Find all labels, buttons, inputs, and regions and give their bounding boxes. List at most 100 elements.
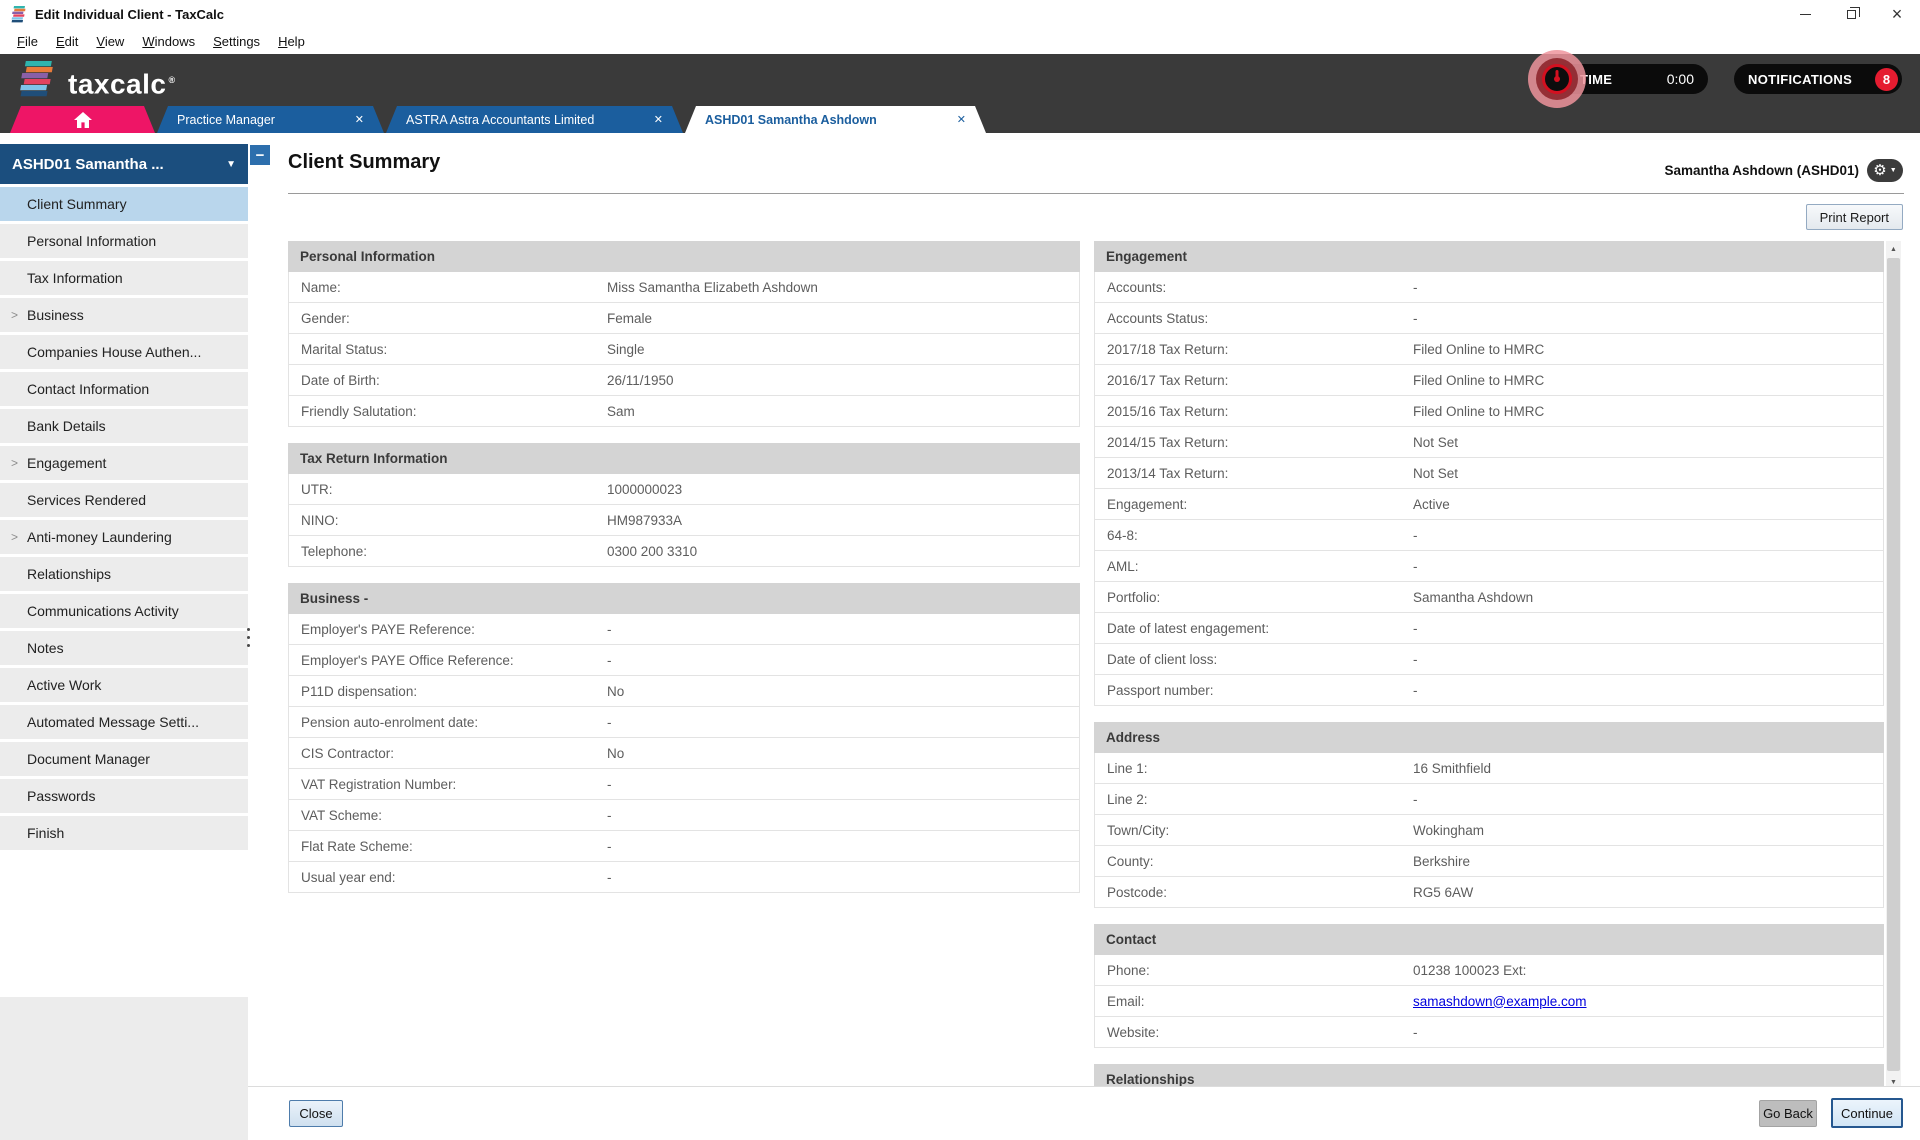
tab-close-icon[interactable]: ✕ bbox=[654, 113, 663, 126]
menu-settings[interactable]: Settings bbox=[204, 31, 269, 52]
info-row: Accounts:- bbox=[1095, 272, 1883, 303]
scrollbar-thumb[interactable] bbox=[1887, 258, 1900, 1071]
sidebar-item-bank-details[interactable]: Bank Details bbox=[0, 409, 248, 443]
sidebar-item-client-summary[interactable]: Client Summary bbox=[0, 187, 248, 221]
chevron-right-icon: > bbox=[11, 456, 18, 470]
right-column-scrollbar[interactable]: ▲ ▼ bbox=[1886, 241, 1901, 1090]
info-row: Pension auto-enrolment date:- bbox=[289, 707, 1079, 738]
row-label: Accounts Status: bbox=[1095, 311, 1413, 326]
print-report-button[interactable]: Print Report bbox=[1806, 204, 1903, 230]
sidebar-item-anti-money-laundering[interactable]: >Anti-money Laundering bbox=[0, 520, 248, 554]
menu-edit[interactable]: Edit bbox=[47, 31, 87, 52]
row-label: Engagement: bbox=[1095, 497, 1413, 512]
section-title: Business - bbox=[288, 583, 1080, 614]
minimize-button[interactable] bbox=[1782, 0, 1828, 28]
row-label: 2017/18 Tax Return: bbox=[1095, 342, 1413, 357]
info-row: Marital Status:Single bbox=[289, 334, 1079, 365]
sidebar-item-companies-house-authen[interactable]: Companies House Authen... bbox=[0, 335, 248, 369]
sidebar-item-label: Business bbox=[27, 307, 84, 323]
sidebar-item-automated-message-setti[interactable]: Automated Message Setti... bbox=[0, 705, 248, 739]
info-row: Name:Miss Samantha Elizabeth Ashdown bbox=[289, 272, 1079, 303]
row-label: Usual year end: bbox=[289, 870, 607, 885]
row-label: Employer's PAYE Reference: bbox=[289, 622, 607, 637]
info-row: 2016/17 Tax Return:Filed Online to HMRC bbox=[1095, 365, 1883, 396]
menu-file[interactable]: File bbox=[8, 31, 47, 52]
sidebar-item-communications-activity[interactable]: Communications Activity bbox=[0, 594, 248, 628]
sidebar-item-label: Relationships bbox=[27, 566, 111, 582]
row-value: - bbox=[607, 777, 1079, 792]
menu-windows[interactable]: Windows bbox=[133, 31, 204, 52]
section-title: Tax Return Information bbox=[288, 443, 1080, 474]
sidebar-item-label: Finish bbox=[27, 825, 64, 841]
close-page-button[interactable]: Close bbox=[289, 1100, 343, 1127]
sidebar-item-passwords[interactable]: Passwords bbox=[0, 779, 248, 813]
row-value: Filed Online to HMRC bbox=[1413, 404, 1883, 419]
info-row: Employer's PAYE Office Reference:- bbox=[289, 645, 1079, 676]
sidebar-item-contact-information[interactable]: Contact Information bbox=[0, 372, 248, 406]
sidebar-client-header[interactable]: ASHD01 Samantha ... ▼ bbox=[0, 144, 248, 184]
scroll-up-icon[interactable]: ▲ bbox=[1886, 241, 1901, 257]
row-value: Filed Online to HMRC bbox=[1413, 373, 1883, 388]
section-contact: ContactPhone:01238 100023 Ext:Email:sama… bbox=[1094, 924, 1884, 1048]
info-row: Date of Birth:26/11/1950 bbox=[289, 365, 1079, 396]
tab-close-icon[interactable]: ✕ bbox=[355, 113, 364, 126]
sidebar-item-finish[interactable]: Finish bbox=[0, 816, 248, 850]
row-value: Miss Samantha Elizabeth Ashdown bbox=[607, 280, 1079, 295]
gear-icon: ⚙ bbox=[1873, 163, 1886, 178]
row-value: Berkshire bbox=[1413, 854, 1883, 869]
row-label: CIS Contractor: bbox=[289, 746, 607, 761]
menu-view[interactable]: View bbox=[87, 31, 133, 52]
sidebar-item-active-work[interactable]: Active Work bbox=[0, 668, 248, 702]
sidebar-resize-handle[interactable] bbox=[247, 628, 250, 647]
app-window: Edit Individual Client - TaxCalc × File … bbox=[0, 0, 1920, 1140]
row-value: RG5 6AW bbox=[1413, 885, 1883, 900]
row-label: Phone: bbox=[1095, 963, 1413, 978]
close-button[interactable]: × bbox=[1874, 0, 1920, 28]
sidebar-item-label: Contact Information bbox=[27, 381, 149, 397]
sidebar-item-business[interactable]: >Business bbox=[0, 298, 248, 332]
sidebar-item-document-manager[interactable]: Document Manager bbox=[0, 742, 248, 776]
row-value: - bbox=[1413, 280, 1883, 295]
sidebar-collapse-button[interactable]: − bbox=[250, 145, 270, 165]
row-label: Gender: bbox=[289, 311, 607, 326]
sidebar-item-tax-information[interactable]: Tax Information bbox=[0, 261, 248, 295]
row-value: No bbox=[607, 684, 1079, 699]
restore-button[interactable] bbox=[1828, 0, 1874, 28]
notifications-pill[interactable]: NOTIFICATIONS 8 bbox=[1734, 64, 1902, 94]
sidebar-item-personal-information[interactable]: Personal Information bbox=[0, 224, 248, 258]
taxcalc-app-icon bbox=[10, 6, 27, 23]
info-row: Date of client loss:- bbox=[1095, 644, 1883, 675]
caret-down-icon: ▼ bbox=[226, 159, 236, 170]
tab-ashd01-samantha-ashdown[interactable]: ASHD01 Samantha Ashdown ✕ bbox=[685, 106, 986, 133]
go-back-button[interactable]: Go Back bbox=[1759, 1100, 1817, 1127]
sidebar-item-label: Automated Message Setti... bbox=[27, 714, 199, 730]
continue-button[interactable]: Continue bbox=[1831, 1098, 1903, 1128]
row-label: Friendly Salutation: bbox=[289, 404, 607, 419]
taxcalc-brand: taxcalc® bbox=[16, 60, 176, 104]
row-label: 2014/15 Tax Return: bbox=[1095, 435, 1413, 450]
row-value: - bbox=[607, 870, 1079, 885]
clock-icon[interactable] bbox=[1542, 64, 1572, 94]
row-value: Wokingham bbox=[1413, 823, 1883, 838]
row-value: - bbox=[1413, 792, 1883, 807]
sidebar-item-notes[interactable]: Notes bbox=[0, 631, 248, 665]
email-link[interactable]: samashdown@example.com bbox=[1413, 994, 1587, 1009]
tab-home[interactable] bbox=[10, 106, 155, 133]
row-label: VAT Registration Number: bbox=[289, 777, 607, 792]
sidebar-item-services-rendered[interactable]: Services Rendered bbox=[0, 483, 248, 517]
tab-astra-accountants[interactable]: ASTRA Astra Accountants Limited ✕ bbox=[386, 106, 683, 133]
info-row: Portfolio:Samantha Ashdown bbox=[1095, 582, 1883, 613]
tab-practice-manager[interactable]: Practice Manager ✕ bbox=[157, 106, 384, 133]
row-label: P11D dispensation: bbox=[289, 684, 607, 699]
row-value: 0300 200 3310 bbox=[607, 544, 1079, 559]
section-title: Personal Information bbox=[288, 241, 1080, 272]
sidebar-item-relationships[interactable]: Relationships bbox=[0, 557, 248, 591]
section-title: Contact bbox=[1094, 924, 1884, 955]
client-actions-button[interactable]: ⚙ ▼ bbox=[1867, 159, 1903, 182]
row-value: - bbox=[1413, 311, 1883, 326]
sidebar-item-engagement[interactable]: >Engagement bbox=[0, 446, 248, 480]
tab-close-icon[interactable]: ✕ bbox=[957, 113, 966, 126]
row-value: - bbox=[1413, 528, 1883, 543]
section-engagement: EngagementAccounts:-Accounts Status:-201… bbox=[1094, 241, 1884, 706]
menu-help[interactable]: Help bbox=[269, 31, 314, 52]
